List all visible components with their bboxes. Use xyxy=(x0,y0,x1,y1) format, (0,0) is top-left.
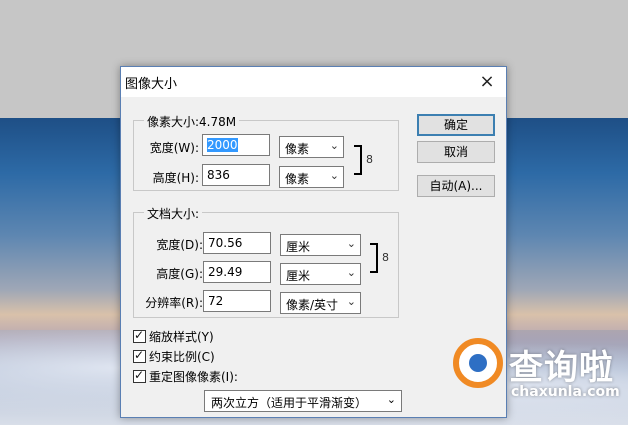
auto-button[interactable]: 自动(A)... xyxy=(417,175,495,197)
doc-height-label: 高度(G): xyxy=(156,267,203,281)
image-size-dialog: 图像大小 × 像素大小:4.78M 宽度(W): 2000 像素 ⌄ 高度(H)… xyxy=(120,66,507,418)
scale-styles-checkbox[interactable]: 缩放样式(Y) xyxy=(133,328,214,344)
pixel-dimensions-legend: 像素大小:4.78M xyxy=(144,113,240,130)
resample-image-label: 重定图像像素(I): xyxy=(149,369,238,384)
ok-button[interactable]: 确定 xyxy=(417,114,495,136)
scale-styles-label: 缩放样式(Y) xyxy=(149,329,214,344)
constrain-proportions-label: 约束比例(C) xyxy=(149,349,215,364)
resolution-input[interactable]: 72 xyxy=(203,290,271,312)
resample-method-select[interactable]: 两次立方（适用于平滑渐变） ⌄ xyxy=(204,390,402,412)
doc-height-value: 29.49 xyxy=(208,265,243,279)
doc-width-input[interactable]: 70.56 xyxy=(203,232,271,254)
doc-height-unit-select[interactable]: 厘米 ⌄ xyxy=(280,263,361,285)
pixel-width-value: 2000 xyxy=(207,138,238,152)
pixel-height-unit-select[interactable]: 像素 ⌄ xyxy=(279,166,344,188)
pixel-width-unit: 像素 xyxy=(285,142,310,156)
logo-q-icon xyxy=(453,338,503,388)
chevron-down-icon: ⌄ xyxy=(346,237,356,250)
dialog-title: 图像大小 xyxy=(125,77,178,92)
pixel-height-input[interactable]: 836 xyxy=(202,164,270,186)
resolution-value: 72 xyxy=(208,294,224,308)
chain-link-icon[interactable]: 8 xyxy=(382,251,389,265)
resample-image-checkbox[interactable]: 重定图像像素(I): xyxy=(133,368,238,384)
document-link-bracket xyxy=(370,243,378,273)
chevron-down-icon: ⌄ xyxy=(329,169,339,182)
doc-width-unit: 厘米 xyxy=(286,240,311,254)
doc-width-label: 宽度(D): xyxy=(156,238,203,252)
doc-height-unit: 厘米 xyxy=(286,269,311,283)
resolution-unit-select[interactable]: 像素/英寸 ⌄ xyxy=(280,292,361,314)
chevron-down-icon: ⌄ xyxy=(346,295,356,308)
doc-width-unit-select[interactable]: 厘米 ⌄ xyxy=(280,234,361,256)
pixel-width-label: 宽度(W): xyxy=(149,141,199,155)
pixel-width-unit-select[interactable]: 像素 ⌄ xyxy=(279,136,344,158)
pixel-width-input[interactable]: 2000 xyxy=(202,134,270,156)
pixel-height-label: 高度(H): xyxy=(152,171,199,185)
chevron-down-icon: ⌄ xyxy=(346,266,356,279)
resolution-unit: 像素/英寸 xyxy=(286,298,339,312)
pixel-link-bracket xyxy=(354,145,362,175)
checkmark-icon xyxy=(133,368,146,383)
pixel-height-value: 836 xyxy=(207,168,230,182)
document-size-legend: 文档大小: xyxy=(144,205,203,222)
cancel-button[interactable]: 取消 xyxy=(417,141,495,163)
checkmark-icon xyxy=(133,328,146,343)
logo-url-text: chaxunla.com xyxy=(511,384,620,400)
watermark-logo: 查询啦 chaxunla.com xyxy=(453,338,623,408)
title-bar: 图像大小 × xyxy=(121,67,506,97)
checkmark-icon xyxy=(133,348,146,363)
doc-width-value: 70.56 xyxy=(208,236,243,250)
logo-brand-text: 查询啦 xyxy=(509,348,614,388)
chevron-down-icon: ⌄ xyxy=(386,393,396,406)
resample-method-value: 两次立方（适用于平滑渐变） xyxy=(211,396,368,410)
doc-height-input[interactable]: 29.49 xyxy=(203,261,271,283)
chevron-down-icon: ⌄ xyxy=(329,139,339,152)
chain-link-icon[interactable]: 8 xyxy=(366,153,373,167)
resolution-label: 分辨率(R): xyxy=(145,296,203,310)
close-icon[interactable]: × xyxy=(472,70,502,94)
constrain-proportions-checkbox[interactable]: 约束比例(C) xyxy=(133,348,215,364)
pixel-height-unit: 像素 xyxy=(285,172,310,186)
